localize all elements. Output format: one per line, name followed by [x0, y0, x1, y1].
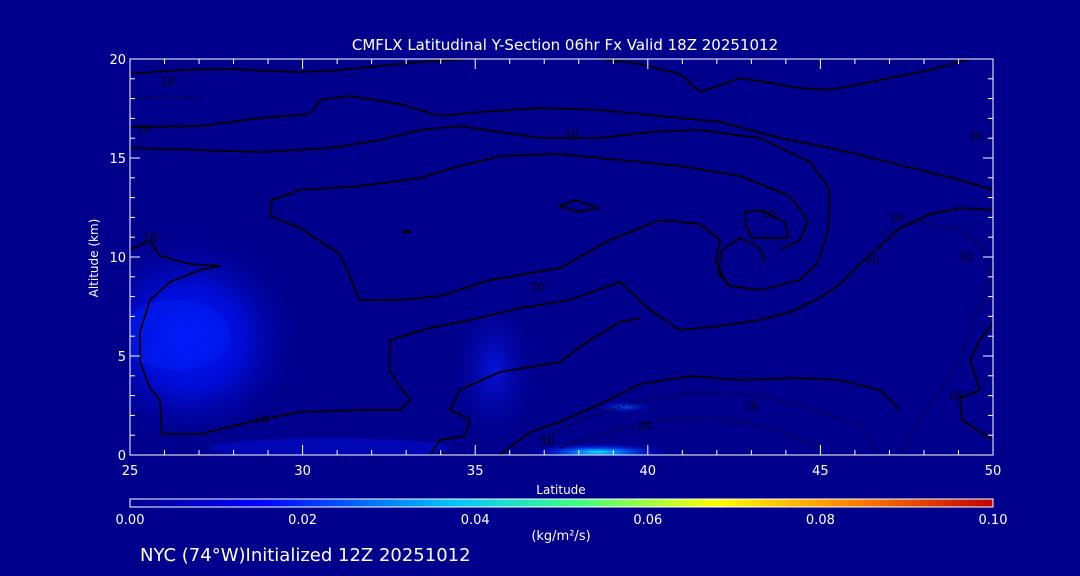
colorbar-tick-label: 0.02: [288, 513, 317, 528]
contour-big-loop: [271, 153, 810, 251]
contour-lower-band: [499, 375, 901, 455]
contour-label: 10: [865, 253, 879, 266]
contour-top-right: [599, 59, 971, 94]
y-axis-title: Altitude (km): [87, 219, 101, 298]
contour-neg-upper: [130, 95, 201, 99]
chart-title: CMFLX Latitudinal Y-Section 06hr Fx Vali…: [352, 36, 778, 54]
contour-upper-left: [130, 95, 993, 191]
contour-label: 10: [530, 281, 544, 294]
contour-label: 10: [889, 211, 903, 224]
x-axis-title: Latitude: [536, 483, 585, 497]
contour-label: 10: [144, 231, 158, 244]
colorbar-tick-label: 0.04: [461, 513, 490, 528]
y-tick-label: 20: [109, 53, 126, 68]
x-tick-label: 50: [985, 464, 1002, 479]
contour-label: 10: [762, 207, 776, 220]
contour-label: 10: [541, 435, 555, 448]
contour-label: 10: [948, 390, 962, 403]
flux-cell-left-core: [130, 300, 230, 370]
colorbar-tick-label: 0.08: [806, 513, 835, 528]
contour-neg-low-inner: [559, 417, 821, 449]
contour-dot: [402, 230, 410, 233]
contour-inner-loop: [269, 199, 729, 301]
x-tick-label: 30: [294, 464, 311, 479]
title-group: CMFLX Latitudinal Y-Section 06hr Fx Vali…: [352, 36, 778, 54]
x-tick-label: 35: [467, 464, 484, 479]
x-tick-label: 45: [812, 464, 829, 479]
contour-label: 10: [161, 75, 175, 88]
colorbar-tick-label: 0.06: [633, 513, 662, 528]
footer-location: NYC (74°W)Initialized 12Z 20251012: [140, 545, 471, 566]
x-tick-label: 25: [122, 464, 139, 479]
y-tick-label: 0: [118, 449, 126, 464]
colorbar: 0.00 0.02 0.04 0.06 0.08 0.10 (kg/m²/s): [116, 498, 1008, 544]
colorbar-frame: [129, 498, 994, 508]
contour-label: 10: [137, 122, 151, 135]
x-tick-label: 40: [640, 464, 657, 479]
y-tick-label: 15: [109, 152, 126, 167]
contour-label: 20: [637, 419, 651, 432]
contour-label: 10: [744, 400, 758, 413]
colorbar-ticks: 0.00 0.02 0.04 0.06 0.08 0.10: [116, 513, 1008, 528]
colorbar-tick-label: 0.00: [116, 513, 145, 528]
colorbar-unit-label: (kg/m²/s): [531, 529, 590, 544]
contour-small-loop-a: [557, 199, 602, 213]
colorbar-tick-label: 0.10: [979, 513, 1008, 528]
contour-right-side: [959, 321, 993, 441]
contour-label: 10: [969, 130, 983, 143]
flux-field: 10 10 10 10 10 10 10 10 10 10 10 10 20 10 10: [130, 59, 993, 455]
contour-label: 10: [958, 251, 972, 264]
y-tick-label: 10: [109, 251, 126, 266]
contour-top: [130, 59, 471, 75]
chart-svg: CMFLX Latitudinal Y-Section 06hr Fx Vali…: [87, 36, 1008, 566]
contour-neg-right: [879, 221, 991, 455]
contour-label: 10: [565, 128, 579, 141]
contour-label: 10: [254, 413, 268, 426]
y-tick-label: 5: [118, 350, 126, 365]
